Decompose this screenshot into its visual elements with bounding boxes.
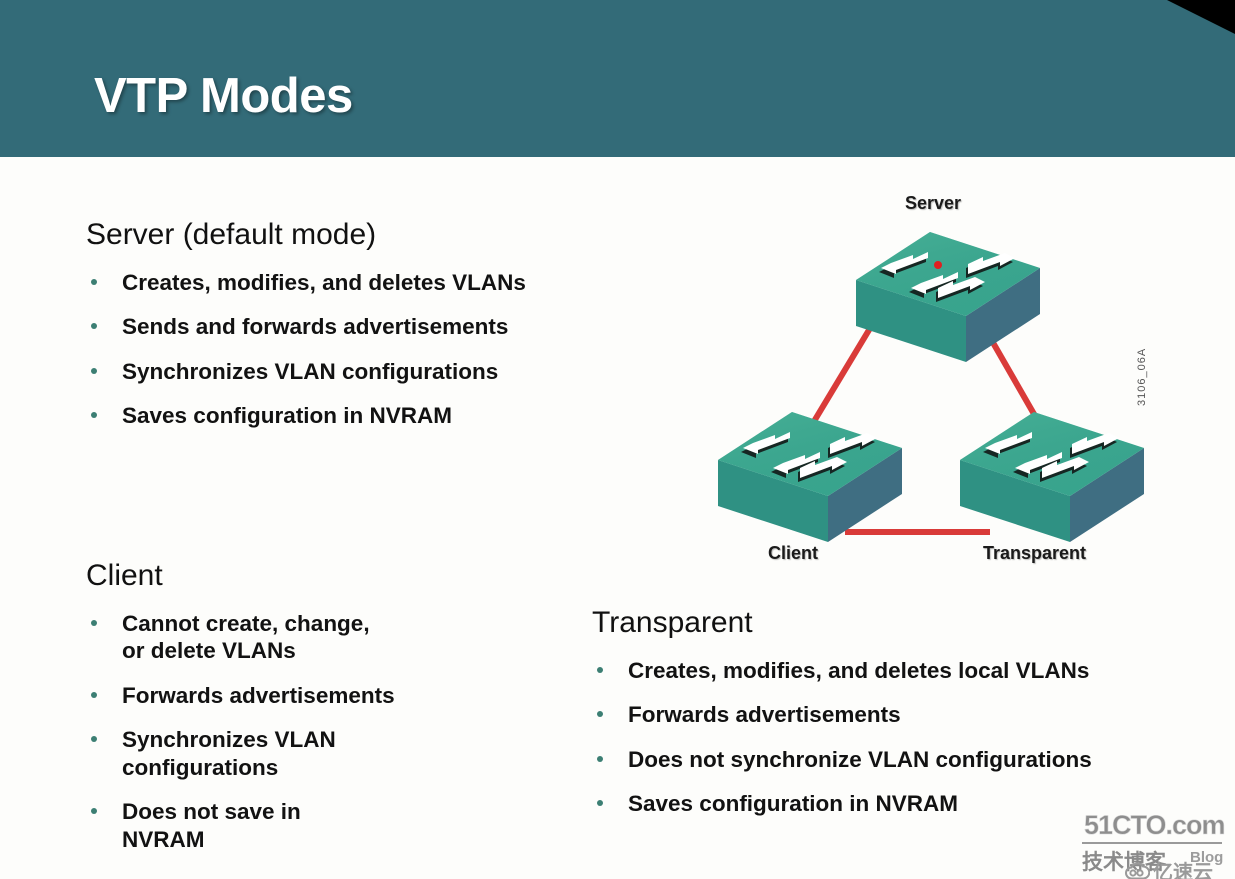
bullet-dot-icon — [597, 755, 603, 762]
bullet-dot-icon — [91, 323, 97, 330]
transparent-section: Transparent Creates, modifies, and delet… — [592, 606, 1212, 818]
bullet-dot-icon — [597, 800, 603, 807]
slide-header: VTP Modes — [0, 0, 1235, 157]
bullet-text: Creates, modifies, and deletes VLANs — [122, 270, 526, 295]
switch-transparent-icon — [960, 412, 1144, 542]
list-item: Sends and forwards advertisements — [86, 313, 686, 340]
corner-accent-triangle — [1167, 0, 1235, 34]
watermark-cloud-label: 亿速云 — [1153, 862, 1213, 879]
bullet-text: Cannot create, change, — [122, 611, 370, 636]
bullet-dot-icon — [91, 412, 97, 419]
client-bullet-list: Cannot create, change, or delete VLANs F… — [86, 610, 546, 853]
watermark: 51CTO.com 技术博客 Blog 亿速云 — [1072, 806, 1235, 879]
bullet-text: configurations — [122, 754, 279, 780]
bullet-text: or delete VLANs — [122, 638, 296, 664]
bullet-text: Creates, modifies, and deletes local VLA… — [628, 658, 1090, 683]
bullet-dot-icon — [597, 667, 603, 673]
diagram-node-label-transparent: Transparent — [983, 543, 1087, 563]
list-item: Synchronizes VLAN configurations — [86, 726, 546, 781]
bullet-text: Does not save in — [122, 799, 301, 825]
list-item: Forwards advertisements — [592, 701, 1212, 728]
watermark-site-label: 51CTO.com — [1084, 810, 1226, 841]
diagram-node-label-client: Client — [768, 543, 819, 563]
list-item: Creates, modifies, and deletes local VLA… — [592, 657, 1212, 684]
transparent-section-heading: Transparent — [592, 606, 753, 639]
list-item: Cannot create, change, or delete VLANs — [86, 610, 546, 665]
list-item: Saves configuration in NVRAM — [86, 402, 686, 429]
server-section: Server (default mode) Creates, modifies,… — [86, 218, 686, 430]
cloud-icon — [1125, 861, 1150, 879]
status-led-indicator — [934, 261, 942, 269]
bullet-dot-icon — [91, 736, 97, 743]
bullet-text: Synchronizes VLAN — [122, 727, 336, 753]
bullet-text: Synchronizes VLAN configurations — [122, 358, 499, 384]
watermark-divider — [1082, 842, 1222, 844]
list-item: Does not synchronize VLAN configurations — [592, 746, 1212, 773]
slide-canvas: VTP Modes Server (default mode) Creates,… — [0, 0, 1235, 879]
diagram-svg — [718, 232, 1144, 542]
bullet-dot-icon — [91, 279, 97, 285]
list-item: Does not save in NVRAM — [86, 798, 546, 853]
diagram-art-number: 3106_06A — [1136, 347, 1148, 406]
list-item: Synchronizes VLAN configurations — [86, 358, 686, 385]
switch-client-icon — [718, 412, 902, 542]
client-section: Client Cannot create, change, or delete … — [86, 559, 546, 853]
bullet-dot-icon — [597, 711, 603, 718]
server-section-heading: Server (default mode) — [86, 218, 377, 251]
page-title: VTP Modes — [94, 69, 353, 123]
vtp-network-diagram: Server Client Transparent 3106_06A — [690, 180, 1190, 580]
bullet-dot-icon — [91, 808, 97, 815]
bullet-text: NVRAM — [122, 826, 205, 852]
bullet-dot-icon — [91, 620, 97, 626]
bullet-text: Saves configuration in NVRAM — [122, 403, 453, 429]
bullet-text: Forwards advertisements — [122, 682, 395, 708]
bullet-text: Does not synchronize VLAN configurations — [628, 746, 1092, 772]
diagram-node-label-server: Server — [905, 193, 962, 213]
watermark-cloud-logo: 亿速云 — [1124, 856, 1213, 879]
bullet-dot-icon — [91, 367, 97, 374]
transparent-bullet-list: Creates, modifies, and deletes local VLA… — [592, 657, 1212, 818]
list-item: Forwards advertisements — [86, 682, 546, 709]
client-section-heading: Client — [86, 559, 163, 592]
switch-server-icon — [856, 232, 1040, 362]
bullet-dot-icon — [91, 691, 97, 698]
list-item: Creates, modifies, and deletes VLANs — [86, 269, 686, 296]
bullet-text: Forwards advertisements — [628, 702, 901, 728]
bullet-text: Sends and forwards advertisements — [122, 314, 509, 340]
link-server-client — [807, 318, 878, 430]
server-bullet-list: Creates, modifies, and deletes VLANs Sen… — [86, 269, 686, 430]
